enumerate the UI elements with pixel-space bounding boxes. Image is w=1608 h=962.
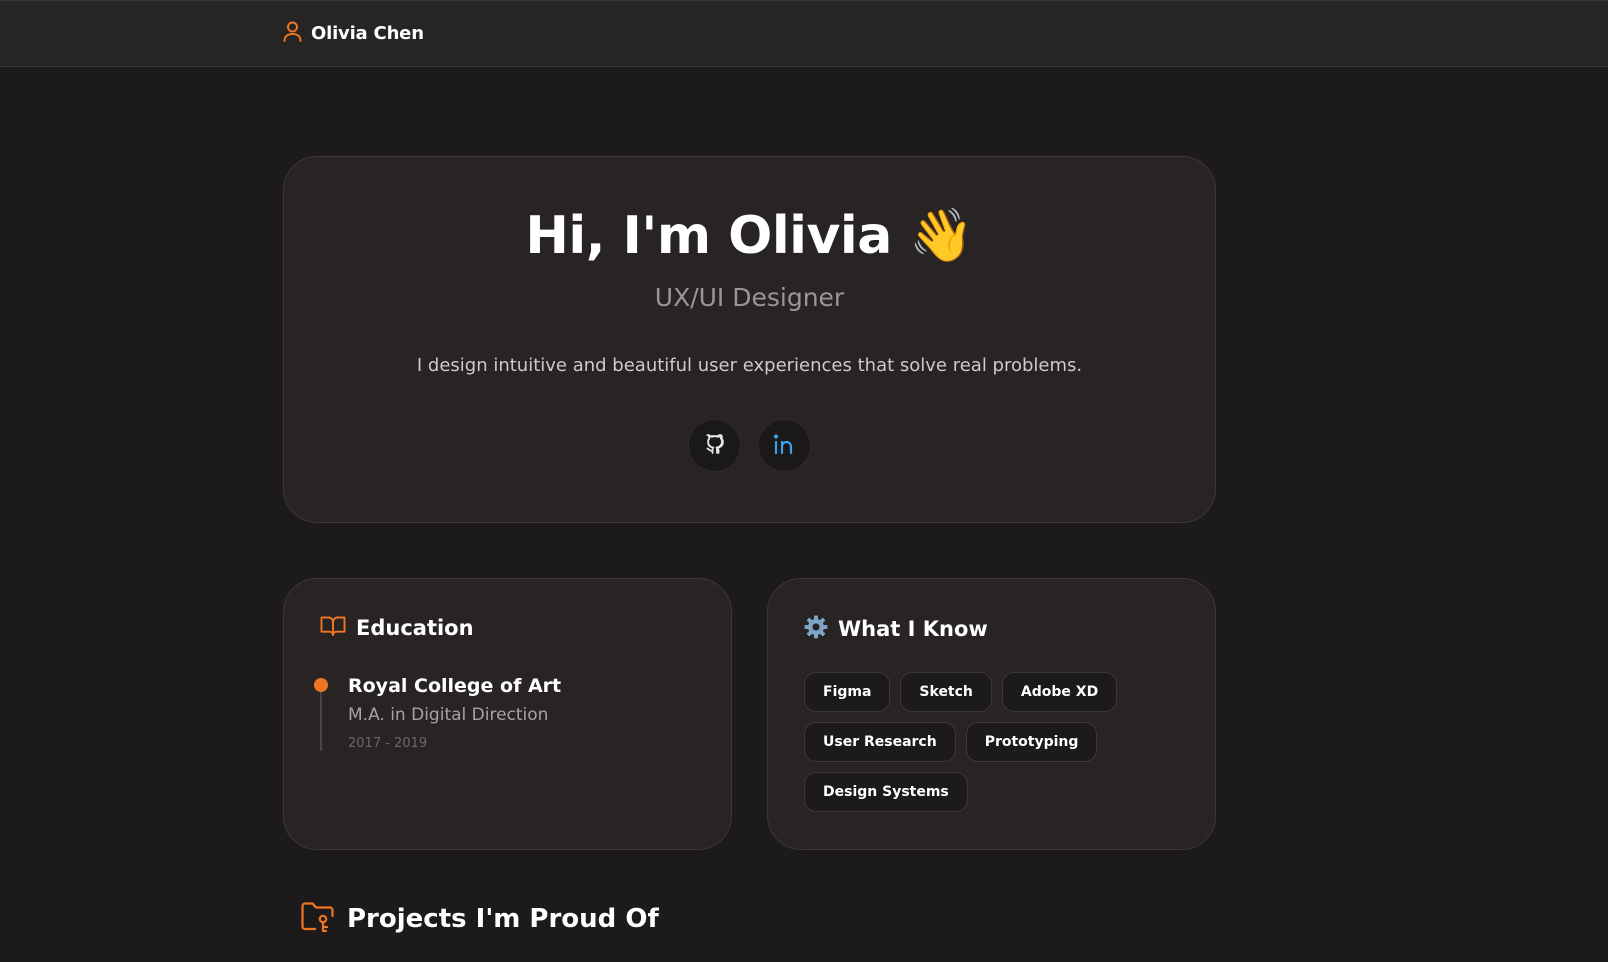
linkedin-button[interactable] [758, 419, 811, 472]
github-button[interactable] [688, 419, 741, 472]
skills-card: What I Know Figma Sketch Adobe XD User R… [767, 578, 1216, 850]
education-years: 2017 - 2019 [348, 736, 428, 751]
brand[interactable]: Olivia Chen [283, 21, 424, 46]
github-icon [703, 432, 727, 460]
hero-greeting: Hi, I'm Olivia [525, 206, 892, 266]
timeline-line [320, 687, 322, 751]
wave-emoji: 👋 [909, 206, 974, 266]
hero-description: I design intuitive and beautiful user ex… [416, 355, 1083, 376]
education-header: Education [320, 615, 474, 641]
brand-name: Olivia Chen [311, 23, 424, 44]
education-school: Royal College of Art [348, 675, 562, 697]
gear-icon [804, 615, 828, 643]
skill-chip[interactable]: Sketch [900, 672, 992, 712]
projects-title: Projects I'm Proud Of [347, 904, 659, 934]
skills-header: What I Know [804, 615, 988, 643]
education-title: Education [356, 616, 474, 640]
book-open-icon [320, 615, 346, 641]
top-bar: Olivia Chen [0, 0, 1608, 67]
education-card: Education Royal College of Art M.A. in D… [283, 578, 732, 850]
education-degree: M.A. in Digital Direction [348, 705, 549, 725]
social-links [284, 419, 1215, 472]
linkedin-icon [772, 432, 798, 460]
skills-title: What I Know [838, 617, 988, 641]
folder-code-icon [301, 901, 335, 937]
skill-chip[interactable]: Figma [804, 672, 891, 712]
hero-title: Hi, I'm Olivia 👋 [284, 205, 1215, 266]
skill-chip[interactable]: Prototyping [965, 722, 1098, 762]
skill-chip[interactable]: Design Systems [804, 772, 968, 812]
hero-role: UX/UI Designer [654, 283, 845, 312]
skills-list: Figma Sketch Adobe XD User Research Prot… [804, 672, 1184, 812]
skill-chip[interactable]: User Research [804, 722, 956, 762]
timeline-dot [314, 678, 328, 692]
projects-header: Projects I'm Proud Of [301, 901, 659, 937]
skill-chip[interactable]: Adobe XD [1001, 672, 1118, 712]
user-icon [283, 21, 302, 46]
hero-card: Hi, I'm Olivia 👋 UX/UI Designer I design… [283, 156, 1216, 523]
